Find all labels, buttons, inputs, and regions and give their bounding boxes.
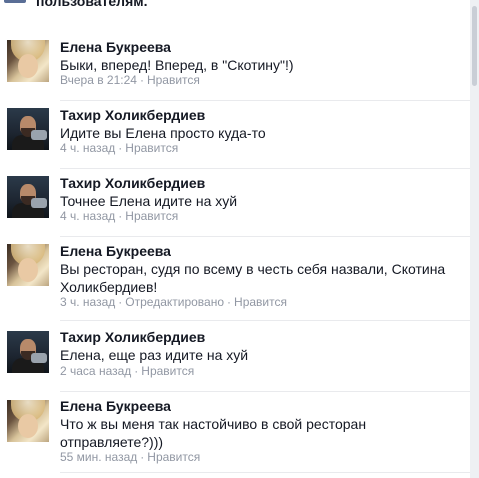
tahir-avatar[interactable] bbox=[7, 331, 49, 373]
comment-divider bbox=[60, 320, 470, 321]
edited-link[interactable]: Отредактировано bbox=[125, 295, 224, 309]
comment-text: Идите вы Елена просто куда-то bbox=[60, 125, 266, 141]
comment-author[interactable]: Тахир Холикбердиев bbox=[60, 329, 205, 345]
meta-separator: · bbox=[118, 141, 123, 155]
comment-author[interactable]: Тахир Холикбердиев bbox=[60, 107, 205, 123]
tahir-avatar[interactable] bbox=[7, 176, 49, 218]
scrollbar-thumb[interactable] bbox=[472, 6, 477, 86]
comment-timestamp[interactable]: 4 ч. назад bbox=[60, 141, 115, 155]
comment-meta: 55 мин. назад · Нравится bbox=[60, 450, 200, 464]
comment-author[interactable]: Елена Букреева bbox=[60, 398, 171, 414]
comment-author[interactable]: Тахир Холикбердиев bbox=[60, 175, 205, 191]
comment-timestamp[interactable]: 4 ч. назад bbox=[60, 209, 115, 223]
comment-author[interactable]: Елена Букреева bbox=[60, 243, 171, 259]
meta-separator: · bbox=[118, 295, 123, 309]
comment-divider bbox=[60, 168, 470, 169]
elena-avatar[interactable] bbox=[7, 400, 49, 442]
comment-timestamp[interactable]: 55 мин. назад bbox=[60, 450, 137, 464]
tahir-avatar[interactable] bbox=[7, 108, 49, 150]
comment-text: Что ж вы меня так настойчиво в свой рест… bbox=[60, 416, 367, 450]
comment-meta: 3 ч. назад · Отредактировано · Нравится bbox=[60, 295, 287, 309]
meta-separator: · bbox=[140, 450, 145, 464]
comment-text: Вы ресторан, судя по всему в честь себя … bbox=[60, 261, 446, 295]
comment-meta: 4 ч. назад · Нравится bbox=[60, 209, 178, 223]
like-link[interactable]: Нравится bbox=[147, 73, 200, 87]
meta-separator: · bbox=[139, 73, 144, 87]
comment-divider bbox=[60, 236, 470, 237]
comment-timestamp[interactable]: 2 часа назад bbox=[60, 364, 131, 378]
like-link[interactable]: Нравится bbox=[234, 295, 287, 309]
elena-avatar[interactable] bbox=[7, 244, 49, 286]
comment-meta: Вчера в 21:24 · Нравится bbox=[60, 73, 200, 87]
comment-timestamp[interactable]: 3 ч. назад bbox=[60, 295, 115, 309]
comment-meta: 2 часа назад · Нравится bbox=[60, 364, 194, 378]
comment-author[interactable]: Елена Букреева bbox=[60, 39, 171, 55]
previous-post-text: пользователям. bbox=[36, 0, 148, 9]
meta-separator: · bbox=[227, 295, 232, 309]
scrollbar[interactable] bbox=[470, 0, 479, 478]
previous-post-edge bbox=[4, 0, 26, 3]
like-link[interactable]: Нравится bbox=[125, 209, 178, 223]
comment-text: Точнее Елена идите на хуй bbox=[60, 193, 238, 209]
elena-avatar[interactable] bbox=[7, 40, 49, 82]
like-link[interactable]: Нравится bbox=[141, 364, 194, 378]
comment-text: Елена, еще раз идите на хуй bbox=[60, 347, 249, 363]
meta-separator: · bbox=[118, 209, 123, 223]
comment-text: Быки, вперед! Вперед, в "Скотину"!) bbox=[60, 57, 294, 73]
comment-meta: 4 ч. назад · Нравится bbox=[60, 141, 178, 155]
comment-timestamp[interactable]: Вчера в 21:24 bbox=[60, 73, 137, 87]
comment-divider bbox=[60, 100, 470, 101]
comments-panel: пользователям. Елена Букреева Быки, впер… bbox=[0, 0, 470, 478]
comment-divider bbox=[60, 472, 470, 473]
meta-separator: · bbox=[134, 364, 139, 378]
comment-divider bbox=[60, 391, 470, 392]
like-link[interactable]: Нравится bbox=[147, 450, 200, 464]
like-link[interactable]: Нравится bbox=[125, 141, 178, 155]
